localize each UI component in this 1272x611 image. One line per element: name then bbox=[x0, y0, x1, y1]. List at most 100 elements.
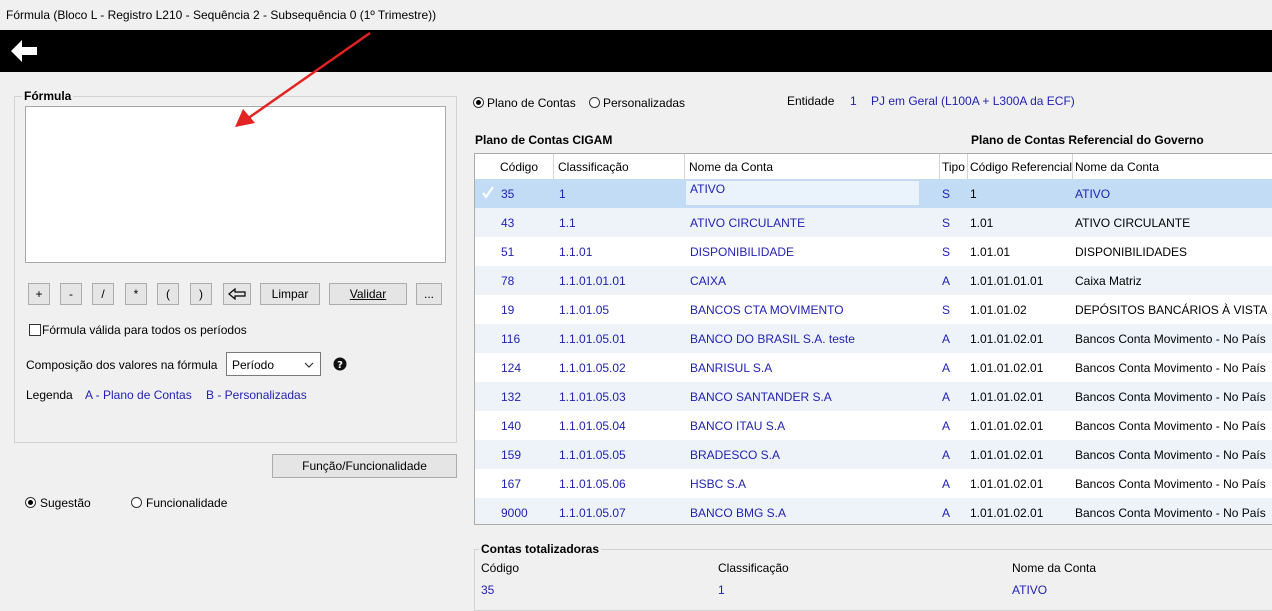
cell-classificacao: 1.1.01.01.01 bbox=[559, 274, 626, 288]
help-icon[interactable]: ? bbox=[333, 357, 347, 371]
table-row[interactable]: 35 1 ATIVO S 1 ATIVO bbox=[475, 179, 1272, 208]
cell-nome-ref: Bancos Conta Movimento - No País bbox=[1075, 419, 1266, 433]
suggestion-radio[interactable] bbox=[25, 497, 36, 508]
table-row[interactable]: 132 1.1.01.05.03 BANCO SANTANDER S.A A 1.01.… bbox=[475, 382, 1272, 411]
cell-codigo: 132 bbox=[501, 390, 522, 404]
cell-nome: CAIXA bbox=[690, 274, 727, 288]
multiply-button[interactable]: * bbox=[125, 283, 147, 305]
col-header-nome[interactable]: Nome da Conta bbox=[689, 160, 773, 174]
cell-tipo: A bbox=[942, 274, 951, 288]
cell-nome-ref: Bancos Conta Movimento - No País bbox=[1075, 390, 1266, 404]
col-header-codigo[interactable]: Código bbox=[500, 160, 538, 174]
cell-classificacao: 1.1.01.05.02 bbox=[559, 361, 626, 375]
table-row[interactable]: 167 1.1.01.05.06 HSBC S.A A 1.01.01.02.01 Ban… bbox=[475, 469, 1272, 498]
arrow-left-icon[interactable] bbox=[8, 37, 40, 65]
formula-group-title: Fórmula bbox=[22, 89, 74, 103]
table-row[interactable]: 51 1.1.01 DISPONIBILIDADE S 1.01.01 DISPONIBI… bbox=[475, 237, 1272, 266]
plus-button[interactable]: + bbox=[28, 283, 50, 305]
cell-nome-ref: Bancos Conta Movimento - No País bbox=[1075, 448, 1266, 462]
validate-button[interactable]: Validar bbox=[329, 283, 407, 305]
cell-codigo-ref: 1.01.01 bbox=[970, 245, 1011, 259]
open-paren-button[interactable]: ( bbox=[157, 283, 179, 305]
cell-codigo-ref: 1.01.01.02.01 bbox=[970, 419, 1044, 433]
cell-codigo: 124 bbox=[501, 361, 522, 375]
cell-nome-ref: Caixa Matriz bbox=[1075, 274, 1142, 288]
table-row[interactable]: 140 1.1.01.05.04 BANCO ITAU S.A A 1.01.01.02… bbox=[475, 411, 1272, 440]
table-row[interactable]: 9000 1.1.01.05.07 BANCO BMG S.A A 1.01.01.02… bbox=[475, 498, 1272, 524]
table-row[interactable]: 43 1.1 ATIVO CIRCULANTE S 1.01 ATIVO CIRCULAN… bbox=[475, 208, 1272, 237]
cell-tipo: A bbox=[942, 390, 951, 404]
cell-codigo-ref: 1.01.01.02.01 bbox=[970, 390, 1044, 404]
cell-tipo: S bbox=[942, 245, 951, 259]
suggestion-label: Sugestão bbox=[40, 496, 91, 510]
window-title: Fórmula (Bloco L - Registro L210 - Sequê… bbox=[6, 8, 437, 22]
toolbar bbox=[0, 30, 1272, 72]
cell-nome-ref: DEPÓSITOS BANCÁRIOS À VISTA bbox=[1075, 303, 1268, 317]
composition-select-value: Período bbox=[232, 358, 275, 372]
cell-codigo: 9000 bbox=[501, 506, 528, 520]
entity-code: 1 bbox=[850, 94, 857, 108]
grid-header: Código Classificação Nome da Conta Tipo … bbox=[475, 154, 1272, 180]
col-header-codigo-ref[interactable]: Código Referencial bbox=[970, 160, 1072, 174]
clear-button[interactable]: Limpar bbox=[260, 283, 320, 305]
totals-col-nome: Nome da Conta bbox=[1012, 561, 1097, 575]
totals-group bbox=[474, 549, 1272, 611]
cell-codigo-ref: 1.01.01.02.01 bbox=[970, 332, 1044, 346]
divide-button[interactable]: / bbox=[92, 283, 114, 305]
cell-tipo: S bbox=[942, 216, 951, 230]
totals-title: Contas totalizadoras bbox=[479, 542, 602, 556]
cell-classificacao: 1.1.01.05 bbox=[559, 303, 610, 317]
valid-all-periods-checkbox[interactable] bbox=[29, 324, 41, 336]
cell-classificacao: 1.1.01.05.04 bbox=[559, 419, 626, 433]
table-row[interactable]: 124 1.1.01.05.02 BANRISUL S.A A 1.01.01.02.0… bbox=[475, 353, 1272, 382]
cell-nome: ATIVO bbox=[690, 182, 726, 196]
minus-button[interactable]: - bbox=[60, 283, 82, 305]
cell-classificacao: 1.1.01.05.07 bbox=[559, 506, 626, 520]
cell-nome: BANCO BMG S.A bbox=[690, 506, 787, 520]
composition-select[interactable]: Período bbox=[226, 352, 321, 376]
cell-codigo: 19 bbox=[501, 303, 515, 317]
totals-codigo: 35 bbox=[481, 583, 495, 597]
col-header-classificacao[interactable]: Classificação bbox=[558, 160, 629, 174]
composition-label: Composição dos valores na fórmula bbox=[26, 358, 218, 372]
cell-classificacao: 1 bbox=[559, 187, 566, 201]
cell-codigo: 78 bbox=[501, 274, 515, 288]
table-row[interactable]: 19 1.1.01.05 BANCOS CTA MOVIMENTO S 1.01.01.… bbox=[475, 295, 1272, 324]
svg-text:?: ? bbox=[337, 360, 343, 371]
legend-a: A - Plano de Contas bbox=[85, 388, 192, 402]
accounts-grid[interactable]: Código Classificação Nome da Conta Tipo … bbox=[474, 153, 1272, 525]
cell-classificacao: 1.1 bbox=[559, 216, 576, 230]
cell-codigo: 35 bbox=[501, 187, 515, 201]
totals-col-classificacao: Classificação bbox=[718, 561, 789, 575]
legend-b: B - Personalizadas bbox=[206, 388, 307, 402]
cell-codigo: 43 bbox=[501, 216, 515, 230]
totals-classificacao: 1 bbox=[718, 583, 725, 597]
close-paren-button[interactable]: ) bbox=[190, 283, 212, 305]
plano-contas-radio[interactable] bbox=[473, 97, 484, 108]
cell-classificacao: 1.1.01.05.01 bbox=[559, 332, 626, 346]
more-button[interactable]: ... bbox=[416, 283, 442, 305]
table-row[interactable]: 116 1.1.01.05.01 BANCO DO BRASIL S.A. test… bbox=[475, 324, 1272, 353]
function-button[interactable]: Função/Funcionalidade bbox=[272, 454, 457, 478]
table-row[interactable]: 78 1.1.01.01.01 CAIXA A 1.01.01.01.01 Caixa M… bbox=[475, 266, 1272, 295]
cell-nome-ref: Bancos Conta Movimento - No País bbox=[1075, 477, 1266, 491]
personalizadas-radio[interactable] bbox=[589, 97, 600, 108]
cell-codigo-ref: 1.01.01.02.01 bbox=[970, 477, 1044, 491]
col-header-nome-ref[interactable]: Nome da Conta bbox=[1075, 160, 1159, 174]
cell-codigo: 167 bbox=[501, 477, 522, 491]
cell-tipo: S bbox=[942, 303, 951, 317]
col-header-tipo[interactable]: Tipo bbox=[942, 160, 965, 174]
cell-tipo: A bbox=[942, 477, 951, 491]
cell-codigo-ref: 1.01.01.02.01 bbox=[970, 448, 1044, 462]
plano-contas-label: Plano de Contas bbox=[487, 96, 576, 110]
cell-nome-ref: ATIVO bbox=[1075, 187, 1111, 201]
cell-nome: BRADESCO S.A bbox=[690, 448, 781, 462]
cell-nome-ref: Bancos Conta Movimento - No País bbox=[1075, 361, 1266, 375]
backspace-button[interactable] bbox=[223, 283, 251, 305]
cell-nome-ref: Bancos Conta Movimento - No País bbox=[1075, 506, 1266, 520]
functionality-radio[interactable] bbox=[131, 497, 142, 508]
chevron-down-icon bbox=[304, 362, 314, 368]
grid-title-right: Plano de Contas Referencial do Governo bbox=[971, 133, 1204, 147]
cell-nome: DISPONIBILIDADE bbox=[690, 245, 795, 259]
table-row[interactable]: 159 1.1.01.05.05 BRADESCO S.A A 1.01.01.02.0… bbox=[475, 440, 1272, 469]
